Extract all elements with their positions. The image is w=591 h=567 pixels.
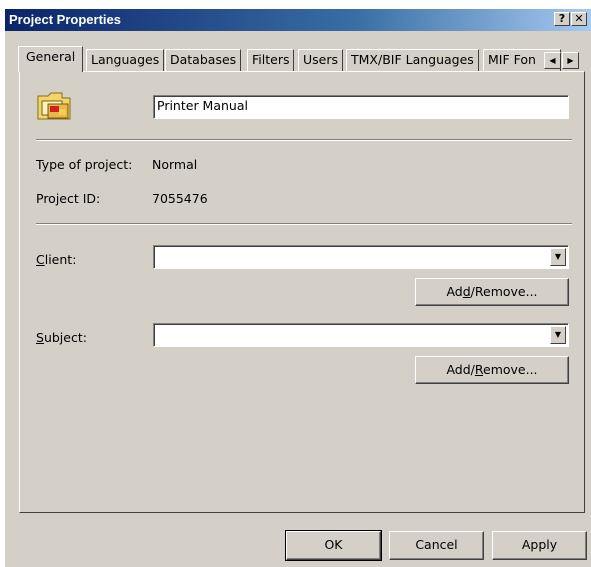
project-folder-icon: [37, 92, 71, 120]
client-label: Client:: [36, 252, 77, 267]
subject-label: Subject:: [36, 330, 87, 345]
subject-dropdown-arrow-icon[interactable]: ▼: [550, 326, 566, 344]
subject-label-access-key: S: [36, 330, 44, 345]
help-button[interactable]: ?: [554, 12, 570, 26]
tab-tmx-bif-languages[interactable]: TMX/BIF Languages: [346, 49, 479, 71]
subject-select[interactable]: ▼: [153, 323, 569, 347]
ok-button[interactable]: OK: [285, 530, 382, 561]
tab-users[interactable]: Users: [298, 49, 344, 71]
project-name-input[interactable]: Printer Manual: [153, 95, 569, 119]
apply-button[interactable]: Apply: [492, 531, 587, 560]
cancel-button[interactable]: Cancel: [389, 531, 484, 560]
tab-general[interactable]: General: [18, 46, 84, 72]
separator: [36, 139, 572, 141]
subject-add-remove-button[interactable]: Add/Remove...: [415, 356, 569, 384]
window-title: Project Properties: [9, 12, 121, 27]
separator: [36, 223, 572, 225]
project-id-label: Project ID:: [36, 191, 101, 206]
client-label-access-key: C: [36, 252, 45, 267]
type-of-project-value: Normal: [152, 157, 198, 172]
client-select[interactable]: ▼: [153, 245, 569, 269]
client-dropdown-arrow-icon[interactable]: ▼: [550, 248, 566, 266]
title-bar[interactable]: Project Properties ? ✕: [5, 9, 591, 31]
client-add-remove-button[interactable]: Add/Remove...: [415, 278, 569, 306]
type-of-project-label: Type of project:: [36, 157, 133, 172]
close-button[interactable]: ✕: [571, 12, 587, 26]
tab-scroll-left-icon[interactable]: ◀: [544, 52, 561, 69]
project-id-value: 7055476: [152, 191, 208, 206]
project-properties-dialog: Project Properties ? ✕ General Languages…: [4, 8, 591, 567]
tab-scroll-right-icon[interactable]: ▶: [562, 52, 579, 69]
tab-filters[interactable]: Filters: [247, 49, 295, 71]
tab-languages[interactable]: Languages: [86, 49, 165, 71]
tab-databases[interactable]: Databases: [165, 49, 242, 71]
